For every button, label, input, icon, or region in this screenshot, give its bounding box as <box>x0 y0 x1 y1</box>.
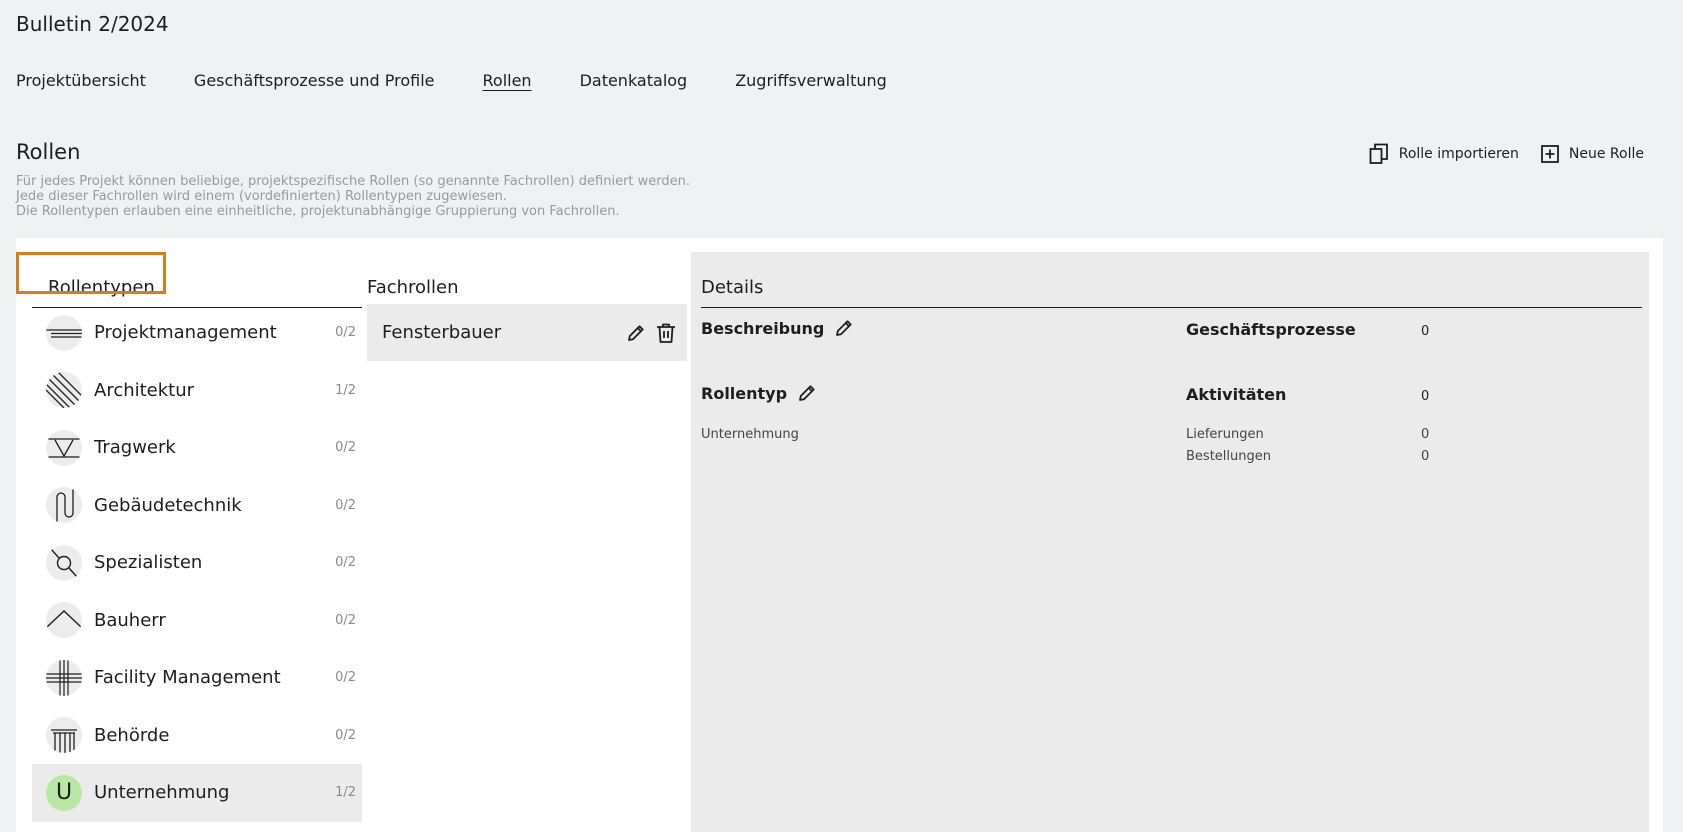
rollentyp-label-heading: Rollentyp <box>701 383 788 403</box>
trash-icon <box>657 323 675 343</box>
rollentyp-count: 0/2 <box>335 440 356 456</box>
tab-projektuebersicht[interactable]: Projektübersicht <box>16 71 146 90</box>
rollentyp-label: Behörde <box>94 724 170 746</box>
bestellungen-value: 0 <box>1421 449 1430 464</box>
plus-box-icon <box>1541 145 1559 163</box>
rollentyp-label: Tragwerk <box>94 437 176 459</box>
rollentyp-item-facility-management[interactable]: Facility Management 0/2 <box>32 649 362 707</box>
page-title: Rollen <box>16 140 81 164</box>
rollentyp-count: 0/2 <box>335 727 356 743</box>
bestellungen-label: Bestellungen <box>1186 449 1271 464</box>
edit-fachrolle-button[interactable] <box>621 318 651 348</box>
rollentyp-item-tragwerk[interactable]: Tragwerk 0/2 <box>32 419 362 477</box>
lieferungen-value: 0 <box>1421 427 1430 442</box>
rollentyp-count: 0/2 <box>335 612 356 628</box>
pencil-icon <box>628 324 644 341</box>
rollentyp-count: 1/2 <box>335 785 356 801</box>
description-line: Die Rollentypen erlauben eine einheitlic… <box>16 204 620 219</box>
copy-icon <box>1369 143 1388 164</box>
rollentyp-item-projektmanagement[interactable]: Projektmanagement 0/2 <box>32 304 362 362</box>
description-line: Jede dieser Fachrollen wird einem (vorde… <box>16 189 507 204</box>
rollentyp-item-bauherr[interactable]: Bauherr 0/2 <box>32 592 362 650</box>
delete-fachrolle-button[interactable] <box>651 318 681 348</box>
import-role-label: Rolle importieren <box>1398 146 1519 162</box>
rollentyp-label: Facility Management <box>94 667 281 689</box>
aktivitaeten-value: 0 <box>1421 389 1430 404</box>
tab-geschaeftsprozesse[interactable]: Geschäftsprozesse und Profile <box>194 71 435 90</box>
rollentyp-label: Architektur <box>94 379 195 401</box>
diagonal-lines-icon <box>46 372 82 409</box>
pencil-icon[interactable] <box>797 383 817 403</box>
fachrolle-item[interactable]: Fensterbauer <box>367 304 687 361</box>
app-title: Bulletin 2/2024 <box>16 12 169 36</box>
page-actions: Rolle importieren Neue Rolle <box>1347 143 1644 165</box>
fachrolle-label: Fensterbauer <box>382 322 502 343</box>
rollentyp-section: Rollentyp <box>701 383 817 403</box>
rollentyp-value: Unternehmung <box>701 427 799 442</box>
rollentyp-count: 0/2 <box>335 325 356 341</box>
roles-panel: Rollentypen Projektmanagement 0/2 Archit… <box>16 238 1663 832</box>
description-line: Für jedes Projekt können beliebige, proj… <box>16 174 691 189</box>
tab-zugriffsverwaltung[interactable]: Zugriffsverwaltung <box>735 71 887 90</box>
page-description: Für jedes Projekt können beliebige, proj… <box>16 174 690 219</box>
rollentypen-column: Rollentypen Projektmanagement 0/2 Archit… <box>16 238 362 832</box>
fachrollen-header: Fachrollen <box>367 252 687 308</box>
rollentyp-item-spezialisten[interactable]: Spezialisten 0/2 <box>32 534 362 592</box>
lieferungen-label: Lieferungen <box>1186 427 1264 442</box>
new-role-button[interactable]: Neue Rolle <box>1541 145 1644 163</box>
letter-u-icon: U <box>46 774 82 811</box>
grid-cross-icon <box>46 659 82 696</box>
rollentyp-label: Gebäudetechnik <box>94 494 242 516</box>
pencil-icon[interactable] <box>834 318 854 338</box>
aktivitaeten-label: Aktivitäten <box>1186 385 1287 404</box>
pipe-loop-icon <box>46 487 82 524</box>
rollentyp-item-gebaeudetechnik[interactable]: Gebäudetechnik 0/2 <box>32 477 362 535</box>
rollentyp-item-architektur[interactable]: Architektur 1/2 <box>32 362 362 420</box>
lines-horizontal-icon <box>46 314 82 351</box>
details-panel: Details Beschreibung Rollentyp Unternehm… <box>691 252 1649 832</box>
rollentyp-count: 1/2 <box>335 382 356 398</box>
triangle-icon <box>46 429 82 466</box>
rollentyp-label: Bauherr <box>94 609 166 631</box>
rollentypen-header-highlight <box>16 252 166 294</box>
rollentypen-list: Projektmanagement 0/2 Architektur 1/2 Tr… <box>32 304 362 822</box>
beschreibung-section: Beschreibung <box>701 318 854 338</box>
details-header: Details <box>701 252 1642 308</box>
rollentyp-label: Projektmanagement <box>94 322 277 344</box>
tab-datenkatalog[interactable]: Datenkatalog <box>580 71 688 90</box>
rollentyp-label: Spezialisten <box>94 552 203 574</box>
magnifier-icon <box>46 544 82 581</box>
rollentyp-count: 0/2 <box>335 555 356 571</box>
new-role-label: Neue Rolle <box>1568 146 1644 162</box>
rollentyp-count: 0/2 <box>335 497 356 513</box>
main-nav: Projektübersicht Geschäftsprozesse und P… <box>16 71 935 90</box>
tab-rollen[interactable]: Rollen <box>483 71 532 90</box>
rollentyp-count: 0/2 <box>335 670 356 686</box>
rollentyp-item-behoerde[interactable]: Behörde 0/2 <box>32 707 362 765</box>
rollentyp-label: Unternehmung <box>94 782 230 804</box>
geschaeftsprozesse-value: 0 <box>1421 324 1430 339</box>
rollentyp-item-unternehmung[interactable]: U Unternehmung 1/2 <box>32 764 362 822</box>
columns-icon <box>46 717 82 754</box>
import-role-button[interactable]: Rolle importieren <box>1369 143 1519 165</box>
roof-icon <box>46 602 82 639</box>
geschaeftsprozesse-label: Geschäftsprozesse <box>1186 320 1356 339</box>
beschreibung-label: Beschreibung <box>701 318 825 338</box>
